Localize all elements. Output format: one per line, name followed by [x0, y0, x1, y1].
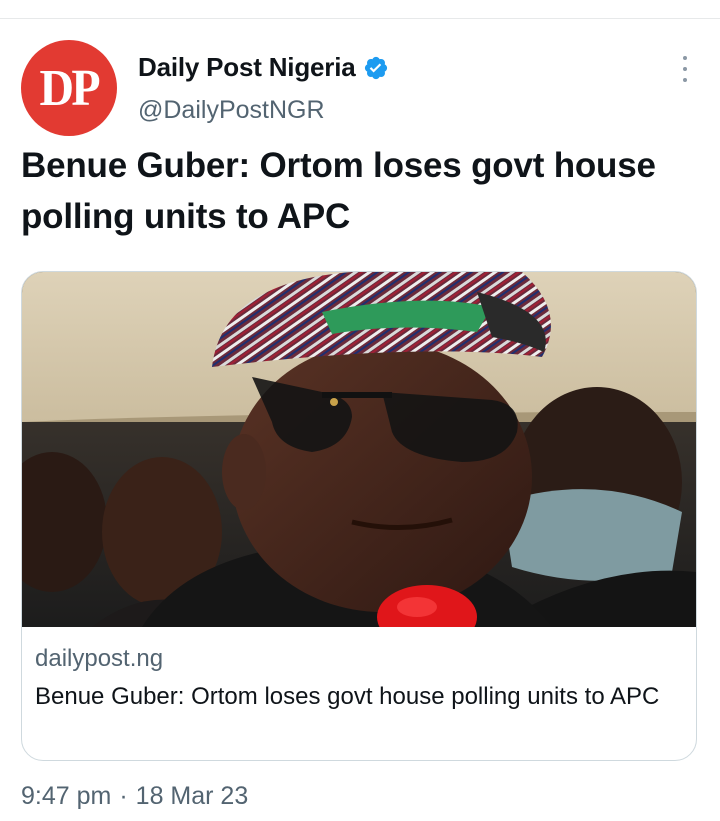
card-domain[interactable]: dailypost.ng [35, 643, 675, 675]
user-handle[interactable]: @DailyPostNGR [138, 96, 325, 125]
verified-badge-icon [365, 56, 388, 79]
article-photo [22, 272, 696, 627]
tweet-text: Benue Guber: Ortom loses govt house poll… [21, 146, 656, 236]
top-divider [0, 18, 720, 19]
timestamp-separator: · [119, 782, 128, 810]
tweet-time: 9:47 pm [21, 782, 112, 810]
author-name-row: Daily Post Nigeria [138, 52, 389, 83]
card-title[interactable]: Benue Guber: Ortom loses govt house poll… [35, 679, 675, 715]
display-name[interactable]: Daily Post Nigeria [138, 52, 356, 83]
tweet-date: 18 Mar 23 [135, 782, 249, 810]
tweet-timestamp[interactable]: 9:47 pm · 18 Mar 23 [21, 782, 248, 811]
avatar[interactable]: DP [21, 40, 117, 136]
avatar-logo-text: DP [39, 59, 101, 117]
card-meta: dailypost.ng Benue Guber: Ortom loses go… [35, 643, 675, 715]
more-options-icon[interactable] [672, 56, 698, 82]
link-preview-card[interactable]: dailypost.ng Benue Guber: Ortom loses go… [21, 271, 697, 761]
